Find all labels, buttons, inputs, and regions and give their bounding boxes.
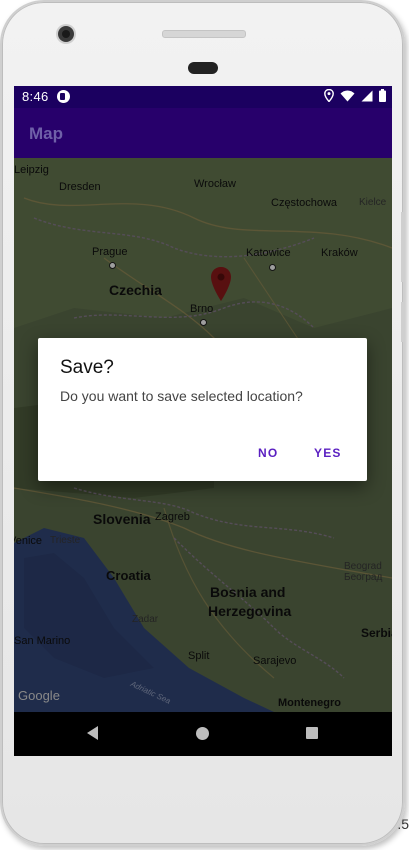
app-bar: Map — [14, 108, 392, 158]
back-icon[interactable] — [87, 726, 98, 740]
app-notification-icon — [57, 90, 70, 103]
status-bar: 8:46 — [14, 86, 392, 108]
device-screen: 8:46 Map Leipzig Dresden Wrocław Częstoc… — [14, 86, 392, 756]
power-button — [401, 302, 405, 342]
app-bar-title: Map — [29, 124, 63, 143]
status-icons — [324, 89, 386, 102]
volume-button — [401, 212, 405, 282]
save-location-dialog: Save? Do you want to save selected locat… — [38, 338, 367, 481]
status-time: 8:46 — [22, 89, 49, 104]
battery-icon — [379, 89, 386, 102]
wifi-icon — [340, 90, 355, 101]
front-camera-icon — [58, 26, 74, 42]
yes-button[interactable]: YES — [308, 442, 348, 464]
home-icon[interactable] — [196, 727, 209, 740]
no-button[interactable]: NO — [252, 442, 284, 464]
corner-fragment: .5 — [397, 816, 409, 832]
dialog-message: Do you want to save selected location? — [60, 388, 303, 404]
recents-icon[interactable] — [306, 727, 318, 739]
navigation-bar — [14, 712, 392, 756]
earpiece-speaker — [162, 30, 246, 38]
device-frame: 8:46 Map Leipzig Dresden Wrocław Częstoc… — [0, 0, 405, 846]
proximity-sensor — [188, 62, 218, 74]
cell-signal-icon — [361, 90, 373, 101]
dialog-title: Save? — [60, 357, 114, 378]
location-icon — [324, 89, 334, 102]
